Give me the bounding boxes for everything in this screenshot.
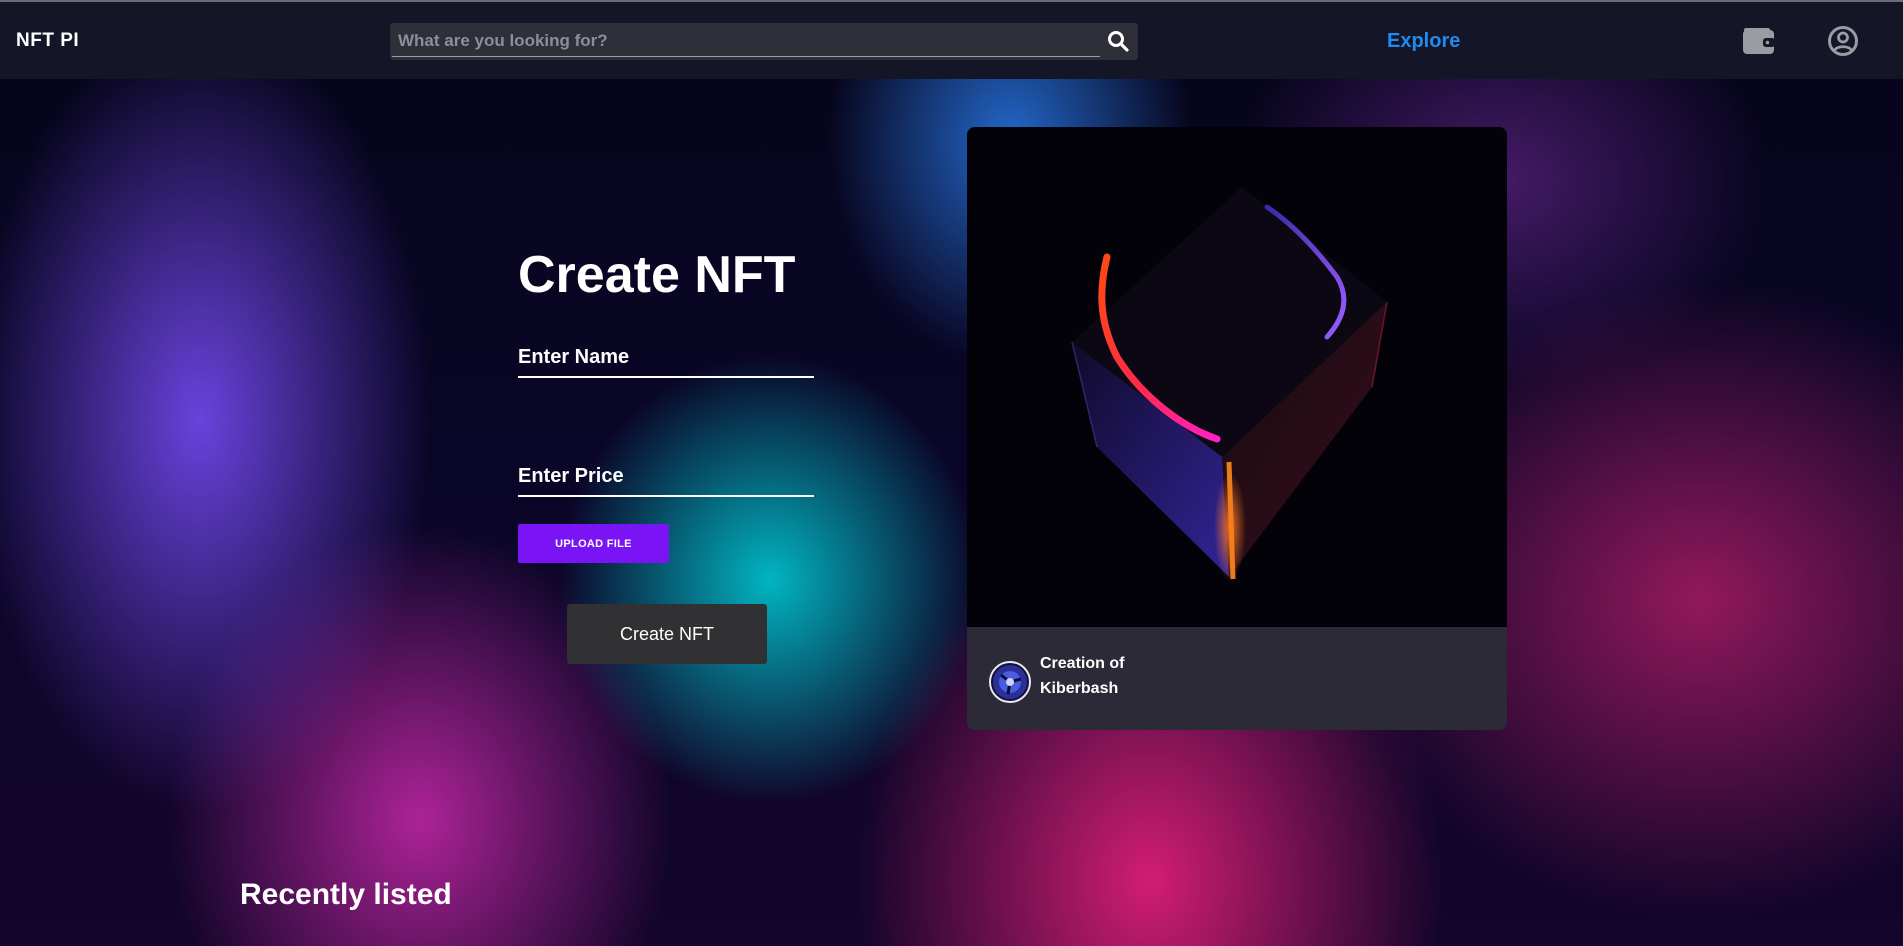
nft-preview-card[interactable]: Creation of Kiberbash [967,127,1507,730]
search-button[interactable] [1104,28,1132,54]
upload-file-button[interactable]: UPLOAD FILE [518,524,669,563]
profile-button[interactable] [1827,25,1859,57]
recently-listed-heading: Recently listed [240,878,452,911]
nft-image [967,127,1507,627]
neon-cube-artwork [1071,187,1388,582]
wallet-button[interactable] [1742,27,1776,55]
search-icon [1108,31,1129,52]
explore-link[interactable]: Explore [1387,30,1460,53]
price-field[interactable] [518,457,814,497]
name-field[interactable] [518,338,814,378]
user-circle-icon [1828,26,1858,56]
page-title: Create NFT [518,246,796,304]
search-bar [390,23,1138,60]
brand-logo[interactable]: NFT PI [16,30,79,52]
card-title: Creation of Kiberbash [1040,655,1125,697]
card-footer: Creation of Kiberbash [967,627,1507,730]
avatar-image [993,665,1027,699]
search-input[interactable] [392,25,1100,57]
gradient-background [0,0,1903,946]
wallet-icon [1743,28,1775,54]
create-nft-form: Create NFT UPLOAD FILE [518,245,818,563]
creator-avatar[interactable] [989,661,1031,703]
navbar: NFT PI Explore [0,2,1903,79]
create-nft-button[interactable]: Create NFT [567,604,767,664]
